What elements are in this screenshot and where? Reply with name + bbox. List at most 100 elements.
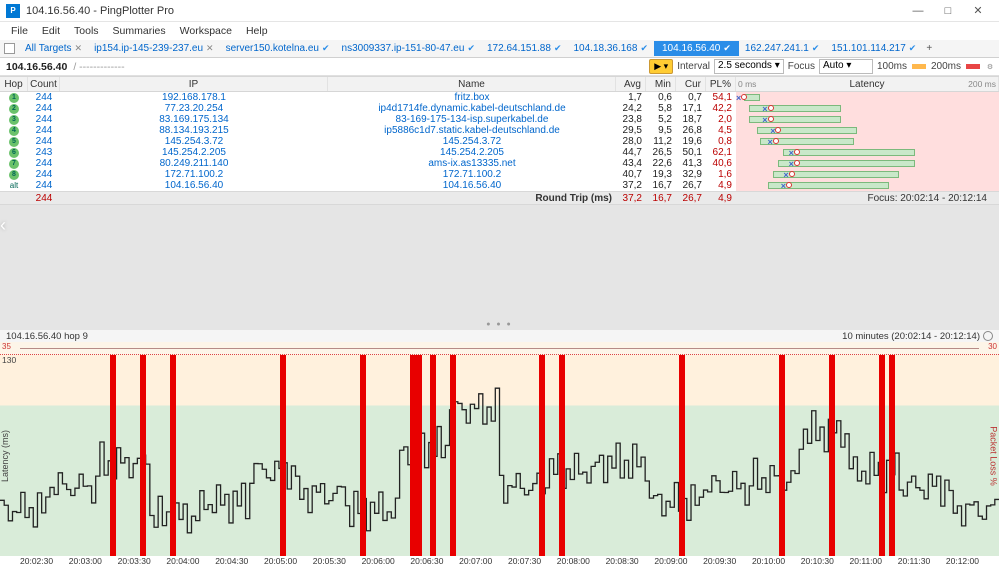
close-button[interactable]: ✕	[963, 0, 993, 22]
packet-loss-bar	[559, 355, 565, 556]
rt-cur: 26,7	[676, 192, 706, 204]
minimize-button[interactable]: —	[903, 0, 933, 22]
app-icon: P	[6, 4, 20, 18]
hop-row[interactable]: 5 244 145.254.3.72 145.254.3.72 28,0 11,…	[0, 136, 999, 147]
col-name[interactable]: Name	[328, 77, 616, 91]
collapse-chevron-icon[interactable]: ‹	[0, 215, 6, 236]
x-tick: 20:09:00	[654, 556, 687, 566]
trace-header: Hop Count IP Name Avg Min Cur PL% 0 ms L…	[0, 76, 999, 92]
x-tick: 20:04:30	[215, 556, 248, 566]
x-tick: 20:03:00	[69, 556, 102, 566]
packet-loss-bar	[430, 355, 436, 556]
x-tick: 20:10:30	[801, 556, 834, 566]
legend-100: 100ms	[877, 61, 907, 72]
interval-select[interactable]: 2.5 seconds ▾	[714, 59, 784, 74]
col-ip[interactable]: IP	[60, 77, 328, 91]
tab-all-targets[interactable]: All Targets✕	[19, 43, 88, 54]
packet-loss-bar	[110, 355, 116, 556]
titlebar: P 104.16.56.40 - PingPlotter Pro — □ ✕	[0, 0, 999, 22]
grip-icon[interactable]: ● ● ●	[486, 321, 513, 328]
tab-target[interactable]: 104.18.36.168✔	[567, 43, 654, 54]
x-tick: 20:02:30	[20, 556, 53, 566]
legend-200: 200ms	[931, 61, 961, 72]
hop-row[interactable]: 6 243 145.254.2.205 145.254.2.205 44,7 2…	[0, 147, 999, 158]
x-tick: 20:04:00	[166, 556, 199, 566]
x-tick: 20:10:00	[752, 556, 785, 566]
menu-edit[interactable]: Edit	[35, 23, 67, 39]
packet-loss-bar	[450, 355, 456, 556]
x-tick: 20:09:30	[703, 556, 736, 566]
col-min[interactable]: Min	[646, 77, 676, 91]
packet-loss-bar	[170, 355, 176, 556]
x-tick: 20:08:00	[557, 556, 590, 566]
menu-workspace[interactable]: Workspace	[173, 23, 239, 39]
legend-100-swatch	[912, 64, 926, 69]
menu-file[interactable]: File	[4, 23, 35, 39]
x-axis: 20:02:30 20:03:00 20:03:30 20:04:00 20:04:30…	[0, 556, 999, 570]
packet-loss-bar	[779, 355, 785, 556]
hop-row[interactable]: alt 244 104.16.56.40 104.16.56.40 37,2 1…	[0, 180, 999, 191]
packet-loss-bar	[889, 355, 895, 556]
menu-help[interactable]: Help	[239, 23, 275, 39]
latency-graph: 104.16.56.40 hop 9 10 minutes (20:02:14 …	[0, 330, 999, 570]
legend-200-swatch	[966, 64, 980, 69]
x-tick: 20:07:00	[459, 556, 492, 566]
tab-target[interactable]: 151.101.114.217✔	[825, 43, 922, 54]
x-tick: 20:11:00	[850, 556, 882, 566]
rt-min: 16,7	[646, 192, 676, 204]
settings-vertical-icon[interactable]: ⚙	[985, 63, 993, 71]
menu-summaries[interactable]: Summaries	[106, 23, 173, 39]
interval-label: Interval	[677, 61, 710, 72]
hop-row[interactable]: 2 244 77.23.20.254 ip4d1714fe.dynamic.ka…	[0, 103, 999, 114]
focus-select[interactable]: Auto ▾	[819, 59, 873, 74]
refresh-icon[interactable]	[983, 331, 993, 341]
splitter[interactable]: ‹ ● ● ●	[0, 205, 999, 330]
latency-plot[interactable]: 130 Latency (ms) Packet Loss %	[0, 355, 999, 556]
packet-loss-bar	[879, 355, 885, 556]
col-latency[interactable]: 0 ms Latency 200 ms	[736, 77, 999, 91]
x-tick: 20:07:30	[508, 556, 541, 566]
target-desc: / -------------	[73, 61, 124, 73]
graph-range: 10 minutes (20:02:14 - 20:12:14)	[842, 331, 980, 342]
x-tick: 20:03:30	[118, 556, 151, 566]
mini-pl-bar: 35 30	[0, 342, 999, 355]
record-button[interactable]: ▶ ▾	[649, 59, 673, 74]
packet-loss-bar	[829, 355, 835, 556]
col-avg[interactable]: Avg	[616, 77, 646, 91]
col-pl[interactable]: PL%	[706, 77, 736, 91]
hop-row[interactable]: 4 244 88.134.193.215 ip5886c1d7.static.k…	[0, 125, 999, 136]
hop-row[interactable]: 1 244 192.168.178.1 fritz.box 1,7 0,6 0,…	[0, 92, 999, 103]
x-tick: 20:12:00	[946, 556, 979, 566]
hop-row[interactable]: 7 244 80.249.211.140 ams-ix.as13335.net …	[0, 158, 999, 169]
rt-label: Round Trip (ms)	[328, 192, 616, 204]
trace-body: 1 244 192.168.178.1 fritz.box 1,7 0,6 0,…	[0, 92, 999, 191]
tab-target[interactable]: ns3009337.ip-151-80-47.eu✔	[336, 43, 481, 54]
hop-row[interactable]: 8 244 172.71.100.2 172.71.100.2 40,7 19,…	[0, 169, 999, 180]
x-tick: 20:06:30	[410, 556, 443, 566]
roundtrip-row: 244 Round Trip (ms) 37,2 16,7 26,7 4,9 F…	[0, 191, 999, 205]
col-cur[interactable]: Cur	[676, 77, 706, 91]
target-ip: 104.16.56.40	[6, 61, 67, 73]
maximize-button[interactable]: □	[933, 0, 963, 22]
packet-loss-bar	[280, 355, 286, 556]
col-hop[interactable]: Hop	[0, 77, 28, 91]
x-tick: 20:11:30	[898, 556, 930, 566]
tab-target[interactable]: 162.247.241.1✔	[739, 43, 826, 54]
tab-target[interactable]: 104.16.56.40✔	[654, 41, 739, 56]
focus-label: Focus	[788, 61, 815, 72]
rt-pl: 4,9	[706, 192, 736, 204]
tab-target[interactable]: server150.kotelna.eu✔	[220, 43, 336, 54]
menubar: File Edit Tools Summaries Workspace Help	[0, 22, 999, 40]
rt-focus: Focus: 20:02:14 - 20:12:14	[867, 193, 995, 204]
menu-tools[interactable]: Tools	[67, 23, 106, 39]
hop-row[interactable]: 3 244 83.169.175.134 83-169-175-134-isp.…	[0, 114, 999, 125]
x-tick: 20:06:00	[362, 556, 395, 566]
x-tick: 20:05:30	[313, 556, 346, 566]
col-count[interactable]: Count	[28, 77, 60, 91]
tab-target[interactable]: ip154.ip-145-239-237.eu✕	[88, 43, 220, 54]
grid-icon[interactable]	[4, 43, 15, 54]
tab-target[interactable]: 172.64.151.88✔	[481, 43, 568, 54]
window-title: 104.16.56.40 - PingPlotter Pro	[26, 5, 903, 17]
packet-loss-bar	[410, 355, 422, 556]
packet-loss-bar	[539, 355, 545, 556]
